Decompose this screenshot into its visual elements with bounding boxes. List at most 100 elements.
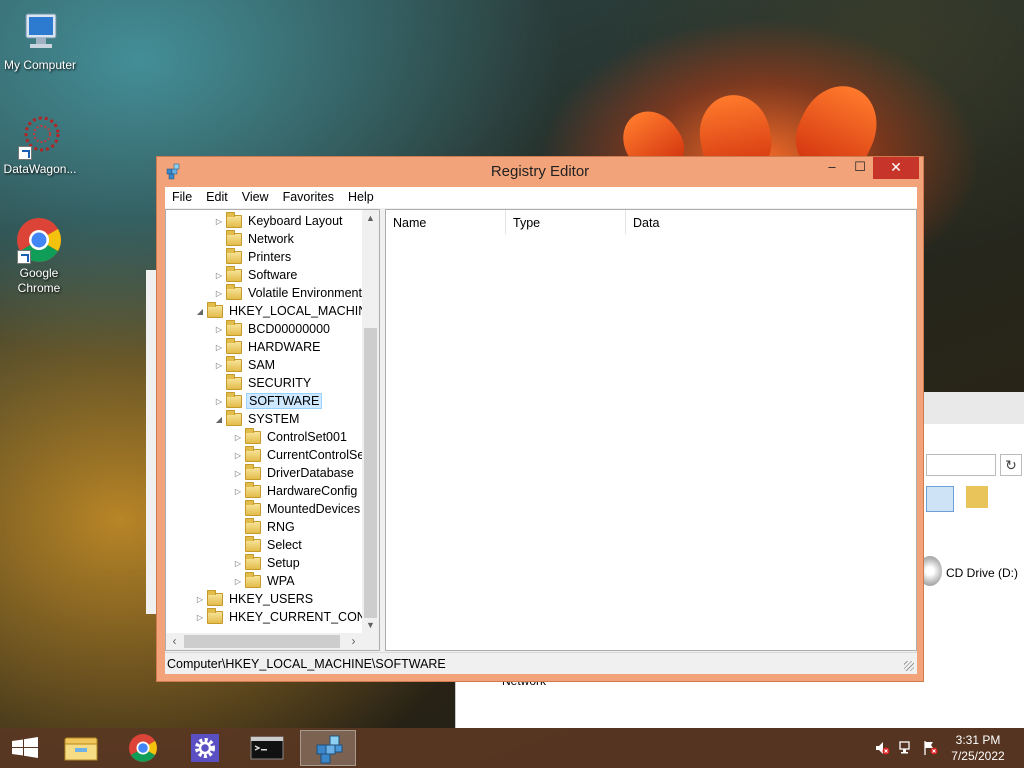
tree-node-label: HKEY_USERS	[229, 592, 314, 606]
tree-node[interactable]: Printers	[214, 247, 293, 266]
scroll-right-arrow-icon[interactable]: ›	[345, 633, 362, 650]
expand-arrow-icon[interactable]: ▷	[214, 217, 224, 226]
tree-node[interactable]: ▷ Keyboard Layout	[214, 211, 345, 230]
column-header-type[interactable]: Type	[506, 210, 626, 234]
tree-node-label: WPA	[267, 574, 295, 588]
folder-icon	[226, 229, 242, 246]
tree-node-label: RNG	[267, 520, 295, 534]
expand-arrow-icon[interactable]: ▷	[195, 613, 205, 622]
scroll-down-arrow-icon[interactable]: ▼	[362, 617, 379, 634]
tree-node[interactable]: Network	[214, 229, 296, 248]
expand-arrow-icon[interactable]: ▷	[233, 451, 243, 460]
registry-editor-window[interactable]: Registry Editor ‒ ☐ ✕ File Edit View Fav…	[156, 156, 924, 682]
tree-node[interactable]: ▷ SAM	[214, 355, 277, 374]
datawagon-logo-icon	[16, 112, 64, 160]
tree-node[interactable]: ▷ Volatile Environment	[214, 283, 364, 302]
action-center-flag-icon[interactable]	[922, 740, 938, 756]
taskbar-chrome[interactable]	[115, 730, 171, 766]
expand-arrow-icon[interactable]: ▷	[233, 559, 243, 568]
tree-node[interactable]: ▷ DriverDatabase	[233, 463, 356, 482]
refresh-icon[interactable]: ↻	[1000, 454, 1022, 476]
maximize-button[interactable]: ☐	[847, 157, 873, 179]
taskbar-registry-editor[interactable]	[300, 730, 356, 766]
tree-vertical-scrollbar[interactable]: ▲ ▼	[362, 210, 379, 634]
tree-horizontal-scroll-thumb[interactable]	[184, 635, 340, 648]
tree-node[interactable]: ▷ HARDWARE	[214, 337, 322, 356]
expand-arrow-icon[interactable]: ▷	[214, 397, 224, 406]
expand-arrow-icon[interactable]: ▷	[214, 343, 224, 352]
tree-node-label: SECURITY	[248, 376, 312, 390]
tree-node[interactable]: ▷ HKEY_USERS	[195, 589, 315, 608]
preview-pane-icon[interactable]	[926, 486, 954, 512]
expand-arrow-icon[interactable]: ▷	[233, 433, 243, 442]
background-address-dropdown[interactable]	[926, 454, 996, 476]
menu-file[interactable]: File	[165, 187, 199, 208]
start-button[interactable]	[0, 728, 50, 768]
tree-node[interactable]: MountedDevices	[233, 499, 362, 518]
menu-edit[interactable]: Edit	[199, 187, 235, 208]
collapse-arrow-icon[interactable]: ◢	[214, 415, 224, 424]
tree-node[interactable]: SECURITY	[214, 373, 313, 392]
tree-node[interactable]: ◢ SYSTEM	[214, 409, 301, 428]
folder-icon	[207, 607, 223, 624]
scroll-up-arrow-icon[interactable]: ▲	[362, 210, 379, 227]
tree-node[interactable]: Select	[233, 535, 304, 554]
cd-drive-label[interactable]: CD Drive (D:)	[946, 566, 1018, 580]
expand-arrow-icon[interactable]: ▷	[233, 577, 243, 586]
tree-node[interactable]: ▷ HardwareConfig	[233, 481, 359, 500]
desktop-icon-datawagon[interactable]: DataWagon...	[0, 112, 80, 177]
title-bar[interactable]: Registry Editor ‒ ☐ ✕	[157, 157, 923, 187]
column-header-data[interactable]: Data	[626, 210, 916, 234]
volume-muted-icon[interactable]	[874, 740, 890, 756]
folder-icon	[226, 409, 242, 426]
tree-node[interactable]: ▷ WPA	[233, 571, 297, 590]
menu-favorites[interactable]: Favorites	[276, 187, 341, 208]
tree-node-label: CurrentControlSet	[267, 448, 368, 462]
expand-arrow-icon[interactable]: ▷	[214, 325, 224, 334]
menu-help[interactable]: Help	[341, 187, 381, 208]
resize-grip-icon[interactable]	[904, 661, 914, 671]
tree-node[interactable]: ◢ HKEY_LOCAL_MACHINE	[195, 301, 378, 320]
expand-arrow-icon[interactable]: ▷	[214, 289, 224, 298]
expand-arrow-icon[interactable]: ▷	[214, 271, 224, 280]
expand-arrow-icon[interactable]: ▷	[214, 361, 224, 370]
network-icon[interactable]	[898, 740, 914, 756]
desktop-icon-my-computer[interactable]: My Computer	[0, 8, 80, 73]
tree-node[interactable]: ▷ BCD00000000	[214, 319, 332, 338]
expand-arrow-icon[interactable]: ▷	[233, 469, 243, 478]
tree-vertical-scroll-thumb[interactable]	[364, 328, 377, 618]
tree-node[interactable]: RNG	[233, 517, 297, 536]
tree-node-label: BCD00000000	[248, 322, 331, 336]
folder-icon	[64, 737, 98, 761]
status-path: Computer\HKEY_LOCAL_MACHINE\SOFTWARE	[167, 657, 446, 671]
window-title: Registry Editor	[490, 163, 590, 180]
tree-node[interactable]: ▷ CurrentControlSet	[233, 445, 370, 464]
clock-date: 7/25/2022	[951, 749, 1005, 763]
close-button[interactable]: ✕	[873, 157, 919, 179]
scroll-left-arrow-icon[interactable]: ‹	[166, 633, 183, 650]
desktop-icon-google-chrome[interactable]: Google Chrome	[0, 216, 78, 296]
taskbar-settings[interactable]	[177, 730, 233, 766]
taskbar-file-explorer[interactable]	[53, 730, 109, 766]
tree-node[interactable]: ▷ HKEY_CURRENT_CONFIG	[195, 607, 379, 626]
taskbar-command-prompt[interactable]	[239, 730, 295, 766]
taskbar-clock[interactable]: 3:31 PM 7/25/2022	[938, 732, 1018, 764]
folder-icon	[226, 355, 242, 372]
expand-arrow-icon[interactable]: ▷	[195, 595, 205, 604]
tree-node[interactable]: ▷ Software	[214, 265, 299, 284]
values-list[interactable]: Name Type Data	[385, 209, 917, 651]
folder-options-icon[interactable]	[966, 486, 988, 508]
expand-arrow-icon[interactable]: ▷	[233, 487, 243, 496]
collapse-arrow-icon[interactable]: ◢	[195, 307, 205, 316]
folder-icon	[226, 373, 242, 390]
tree-node[interactable]: ▷ SOFTWARE	[214, 391, 323, 410]
gear-icon	[191, 734, 219, 762]
tree-node-label: SOFTWARE	[246, 393, 323, 409]
registry-tree[interactable]: ▷ Keyboard Layout Network Printers ▷ Software…	[165, 209, 380, 651]
column-header-name[interactable]: Name	[386, 210, 506, 234]
tree-node[interactable]: ▷ ControlSet001	[233, 427, 349, 446]
menu-view[interactable]: View	[235, 187, 276, 208]
tree-horizontal-scrollbar[interactable]: ‹ ›	[166, 633, 379, 650]
tree-node[interactable]: ▷ Setup	[233, 553, 302, 572]
minimize-button[interactable]: ‒	[819, 157, 845, 179]
